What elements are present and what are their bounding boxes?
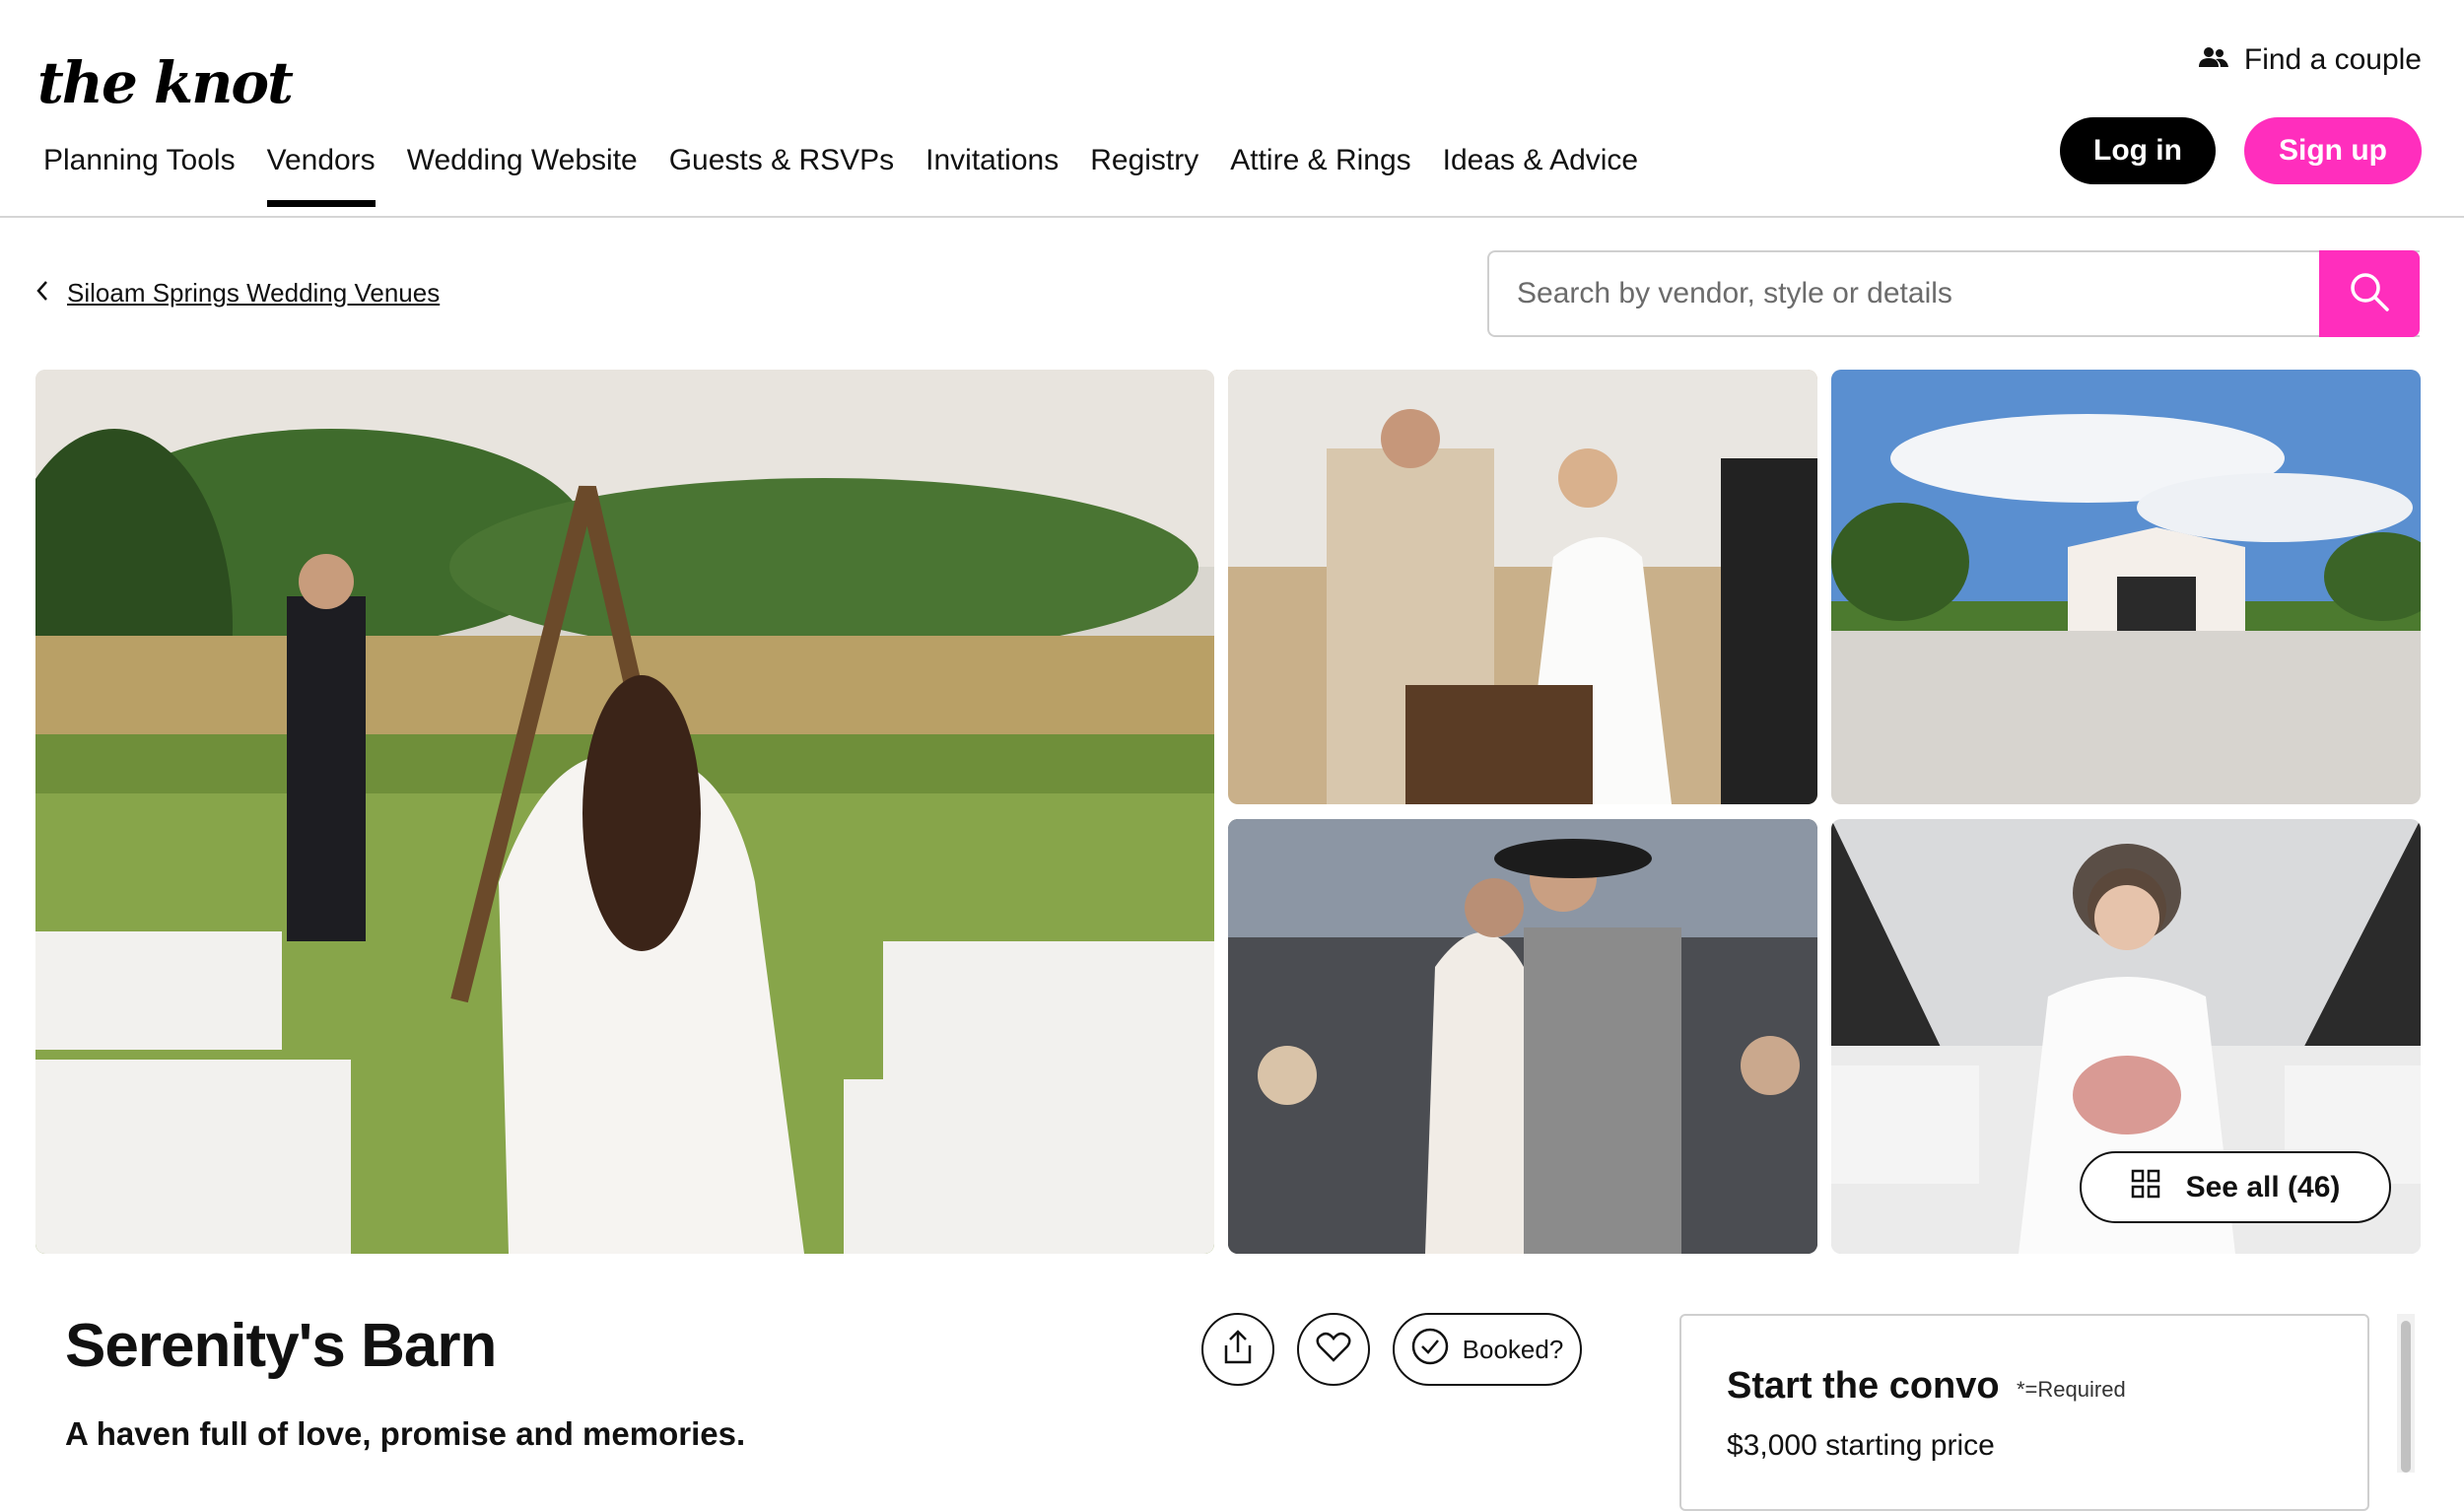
chevron-left-icon[interactable] [35,278,49,309]
panel-scrollbar-thumb[interactable] [2401,1321,2411,1473]
share-button[interactable] [1201,1313,1274,1386]
the-knot-logo[interactable]: the knot [37,49,294,116]
nav-vendors[interactable]: Vendors [251,138,391,207]
share-icon [1220,1329,1256,1371]
grid-icon [2131,1169,2160,1206]
see-all-photos-button[interactable]: See all (46) [2080,1151,2391,1223]
convo-title: Start the convo [1727,1365,2000,1407]
booked-button[interactable]: Booked? [1393,1313,1582,1386]
main-nav: Planning Tools Vendors Wedding Website G… [28,138,1654,207]
sign-up-button[interactable]: Sign up [2244,117,2422,184]
gallery-photo-main[interactable] [35,370,1214,1254]
nav-registry[interactable]: Registry [1074,138,1214,207]
starting-price: $3,000 starting price [1727,1429,1995,1462]
booked-label: Booked? [1462,1334,1564,1364]
nav-attire-rings[interactable]: Attire & Rings [1214,138,1426,207]
nav-invitations[interactable]: Invitations [910,138,1074,207]
venue-name: Serenity's Barn [65,1312,497,1380]
find-a-couple-link[interactable]: Find a couple [2198,43,2422,77]
breadcrumb-link[interactable]: Siloam Springs Wedding Venues [67,278,440,309]
gallery-photo-3[interactable] [1831,370,2421,804]
nav-guests-rsvps[interactable]: Guests & RSVPs [653,138,910,207]
vendor-search-input[interactable]: Search by vendor, style or details [1487,250,2420,337]
nav-ideas-advice[interactable]: Ideas & Advice [1427,138,1654,207]
search-button[interactable] [2319,250,2420,337]
header-divider [0,216,2464,218]
find-a-couple-label: Find a couple [2243,43,2422,76]
breadcrumb: Siloam Springs Wedding Venues [35,278,440,309]
people-icon [2198,43,2228,77]
gallery-photo-2[interactable] [1228,370,1817,804]
checkmark-circle-icon [1411,1328,1449,1372]
log-in-button[interactable]: Log in [2060,117,2216,184]
search-icon [2348,270,2391,318]
gallery-photo-4[interactable] [1228,819,1817,1254]
nav-planning-tools[interactable]: Planning Tools [28,138,251,207]
nav-wedding-website[interactable]: Wedding Website [391,138,653,207]
heart-icon [1316,1332,1351,1368]
see-all-label: See all (46) [2185,1170,2341,1203]
start-convo-panel: Start the convo *=Required $3,000 starti… [1679,1314,2369,1511]
favorite-button[interactable] [1297,1313,1370,1386]
required-note: *=Required [2017,1377,2126,1402]
venue-tagline: A haven full of love, promise and memori… [65,1415,746,1452]
